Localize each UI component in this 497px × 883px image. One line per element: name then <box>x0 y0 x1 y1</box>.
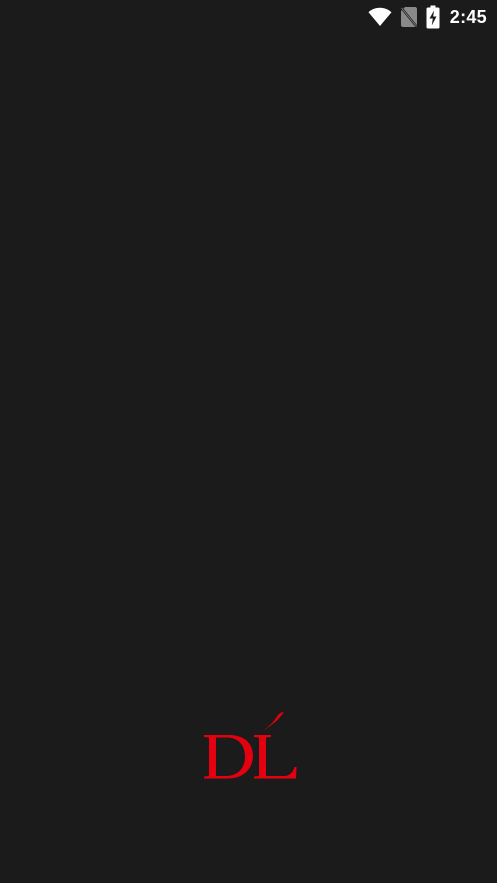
battery-charging-icon <box>426 5 440 29</box>
app-logo <box>198 710 300 782</box>
status-icons: 2:45 <box>368 4 487 30</box>
splash-screen: 2:45 <box>0 0 497 883</box>
app-logo-mark <box>204 711 297 779</box>
no-sim-icon <box>400 6 418 28</box>
status-time: 2:45 <box>449 6 487 27</box>
status-bar: 2:45 <box>0 0 497 34</box>
wifi-icon <box>368 7 392 27</box>
